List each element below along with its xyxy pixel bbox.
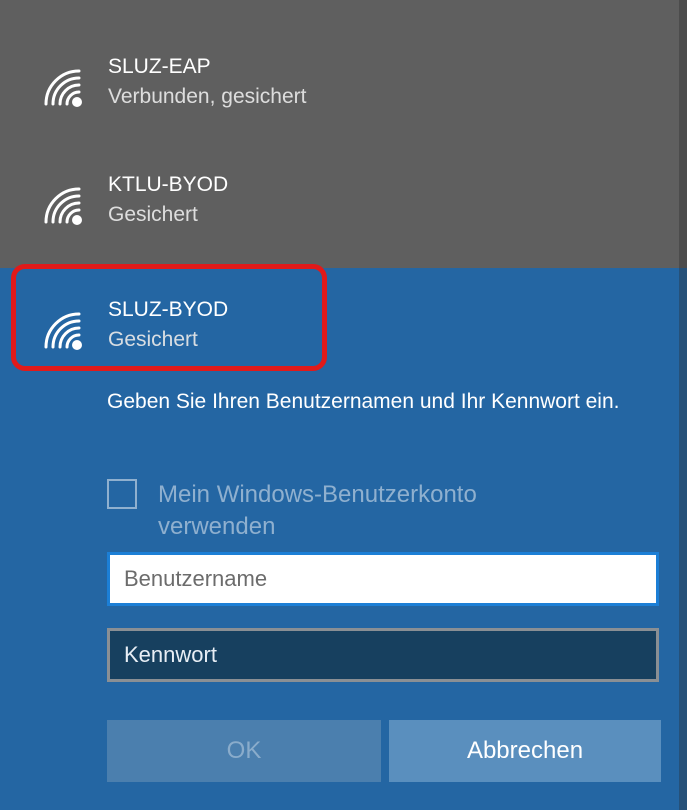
username-input[interactable] — [107, 552, 659, 606]
credentials-prompt: Geben Sie Ihren Benutzernamen und Ihr Ke… — [107, 390, 620, 413]
wifi-secured-icon — [44, 69, 82, 107]
network-name: KTLU-BYOD — [108, 173, 229, 196]
network-status: Gesichert — [108, 203, 198, 226]
wifi-flyout-panel: SLUZ-EAP Verbunden, gesichert KTLU-BYOD … — [0, 0, 687, 810]
network-item-ktlu-byod[interactable]: KTLU-BYOD Gesichert — [0, 160, 687, 270]
network-item-sluz-eap[interactable]: SLUZ-EAP Verbunden, gesichert — [0, 42, 687, 152]
panel-right-edge — [679, 0, 687, 810]
network-status: Verbunden, gesichert — [108, 85, 307, 108]
password-input[interactable] — [107, 628, 659, 682]
network-name: SLUZ-EAP — [108, 55, 211, 78]
use-windows-account-checkbox[interactable] — [107, 479, 137, 509]
cancel-button[interactable]: Abbrechen — [389, 720, 661, 782]
use-windows-account-label[interactable]: Mein Windows-Benutzerkonto verwenden — [158, 479, 588, 543]
ok-button[interactable]: OK — [107, 720, 381, 782]
selected-network-highlight — [11, 264, 327, 371]
wifi-secured-icon — [44, 187, 82, 225]
